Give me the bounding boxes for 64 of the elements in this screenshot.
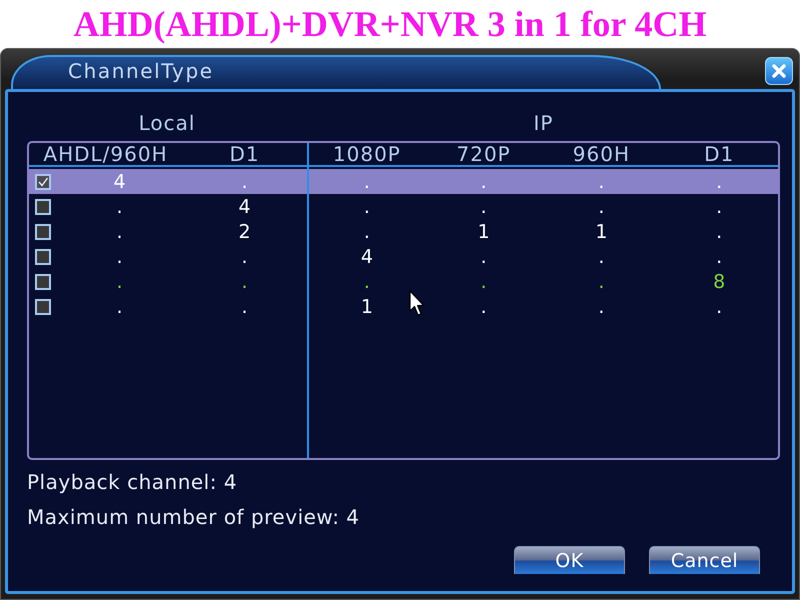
table-cell: . — [716, 170, 722, 192]
info-text: Maximum number of preview: 4 — [27, 505, 360, 529]
close-icon — [772, 64, 786, 78]
table-cell: . — [480, 296, 487, 318]
checkbox[interactable] — [35, 298, 51, 314]
table-cell: 4 — [113, 170, 126, 192]
column-header: 960H — [572, 143, 630, 165]
table-cell: . — [241, 296, 248, 318]
table-cell: 1 — [595, 220, 608, 242]
table-cell: . — [116, 270, 123, 292]
table-cell: 1 — [360, 296, 373, 318]
table-cell: . — [716, 296, 722, 318]
table-cell: . — [480, 270, 487, 292]
checkbox[interactable] — [35, 174, 51, 190]
table-cell: . — [598, 196, 604, 218]
table-cell: . — [598, 246, 604, 268]
cancel-button[interactable]: Cancel — [649, 546, 760, 574]
check-icon — [38, 176, 48, 186]
table-cell: . — [116, 196, 123, 218]
table-cell: 8 — [713, 270, 726, 292]
table-cell: 4 — [238, 196, 251, 218]
table-cell: . — [480, 196, 487, 218]
table-cell: . — [241, 246, 248, 268]
column-header: 1080P — [332, 143, 401, 165]
table-cell: . — [364, 196, 370, 218]
table-row[interactable]: . . . . . 8 — [29, 269, 778, 294]
table-row[interactable]: . 4 . . . . — [29, 194, 778, 219]
table-cell: . — [480, 246, 487, 268]
banner-title: AHD(AHDL)+DVR+NVR 3 in 1 for 4CH — [73, 4, 707, 44]
table-cell: . — [716, 220, 722, 242]
table-cell: . — [364, 170, 370, 192]
column-header: D1 — [229, 143, 260, 165]
table-cell: . — [364, 220, 370, 242]
table-cell: . — [598, 296, 604, 318]
column-header: AHDL/960H — [43, 143, 168, 165]
table-cell: 2 — [238, 220, 251, 242]
checkbox[interactable] — [35, 248, 51, 264]
info-text: Playback channel: 4 — [27, 470, 238, 494]
table-cell: . — [116, 246, 123, 268]
mouse-pointer-icon — [409, 290, 425, 317]
table-cell: 4 — [360, 246, 373, 268]
table-cell: . — [598, 270, 604, 292]
table-cell: . — [716, 246, 722, 268]
table-cell: . — [598, 170, 604, 192]
column-header: 720P — [456, 143, 511, 165]
table-row[interactable]: . 2 . 1 1 . — [29, 219, 778, 244]
table-cell: . — [241, 170, 248, 192]
checkbox[interactable] — [35, 224, 51, 240]
checkbox[interactable] — [35, 198, 51, 214]
table-cell: . — [241, 270, 248, 292]
checkbox[interactable] — [35, 274, 51, 290]
close-button[interactable] — [765, 57, 793, 85]
table-cell: . — [116, 220, 123, 242]
ok-button[interactable]: OK — [514, 546, 625, 574]
column-header: D1 — [704, 143, 734, 165]
table-cell: . — [116, 296, 123, 318]
table-cell: . — [364, 270, 370, 292]
group-header: IP — [534, 111, 554, 135]
table-cell: 1 — [478, 220, 490, 242]
table-row[interactable]: . . 4 . . . — [29, 244, 778, 269]
window-title: ChannelType — [11, 55, 661, 89]
group-header: Local — [138, 111, 196, 135]
table-cell: . — [716, 196, 722, 218]
table-cell: . — [480, 170, 487, 192]
